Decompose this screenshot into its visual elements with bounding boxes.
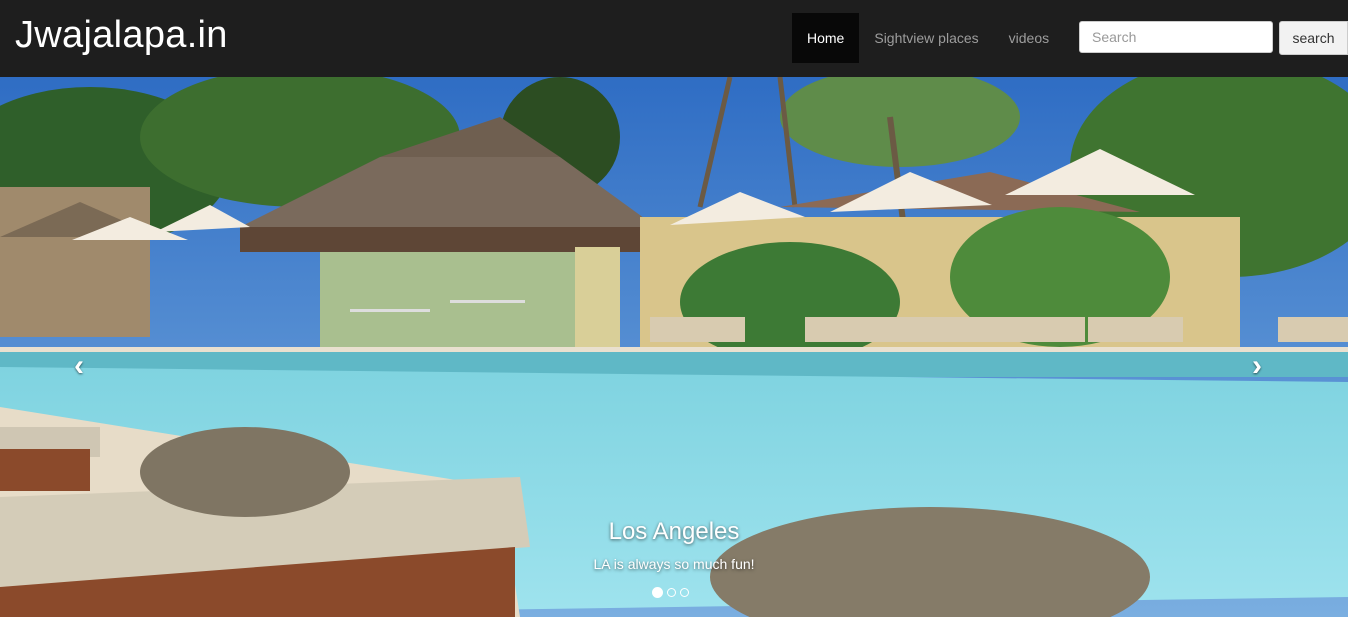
- carousel-indicator-2[interactable]: [667, 588, 676, 597]
- navbar: Jwajalapa.in Home Sightview places video…: [0, 0, 1348, 77]
- nav-item-sightview-places[interactable]: Sightview places: [859, 13, 993, 63]
- brand-logo[interactable]: Jwajalapa.in: [15, 14, 228, 57]
- carousel-next-icon[interactable]: ›: [1252, 349, 1262, 383]
- search-button[interactable]: search: [1279, 21, 1348, 55]
- nav-item-home[interactable]: Home: [792, 13, 860, 63]
- carousel-indicator-3[interactable]: [680, 588, 689, 597]
- carousel-prev-icon[interactable]: ‹: [74, 349, 84, 383]
- carousel-indicator-1[interactable]: [652, 587, 663, 598]
- carousel-indicators: [652, 587, 689, 598]
- carousel-caption-title: Los Angeles: [608, 518, 740, 545]
- main-nav: Home Sightview places videos: [792, 13, 1064, 63]
- nav-item-videos[interactable]: videos: [994, 13, 1064, 63]
- search-input[interactable]: [1079, 21, 1273, 53]
- hero-carousel: ‹ › Los Angeles LA is always so much fun…: [0, 77, 1348, 617]
- carousel-caption-text: LA is always so much fun!: [593, 556, 755, 572]
